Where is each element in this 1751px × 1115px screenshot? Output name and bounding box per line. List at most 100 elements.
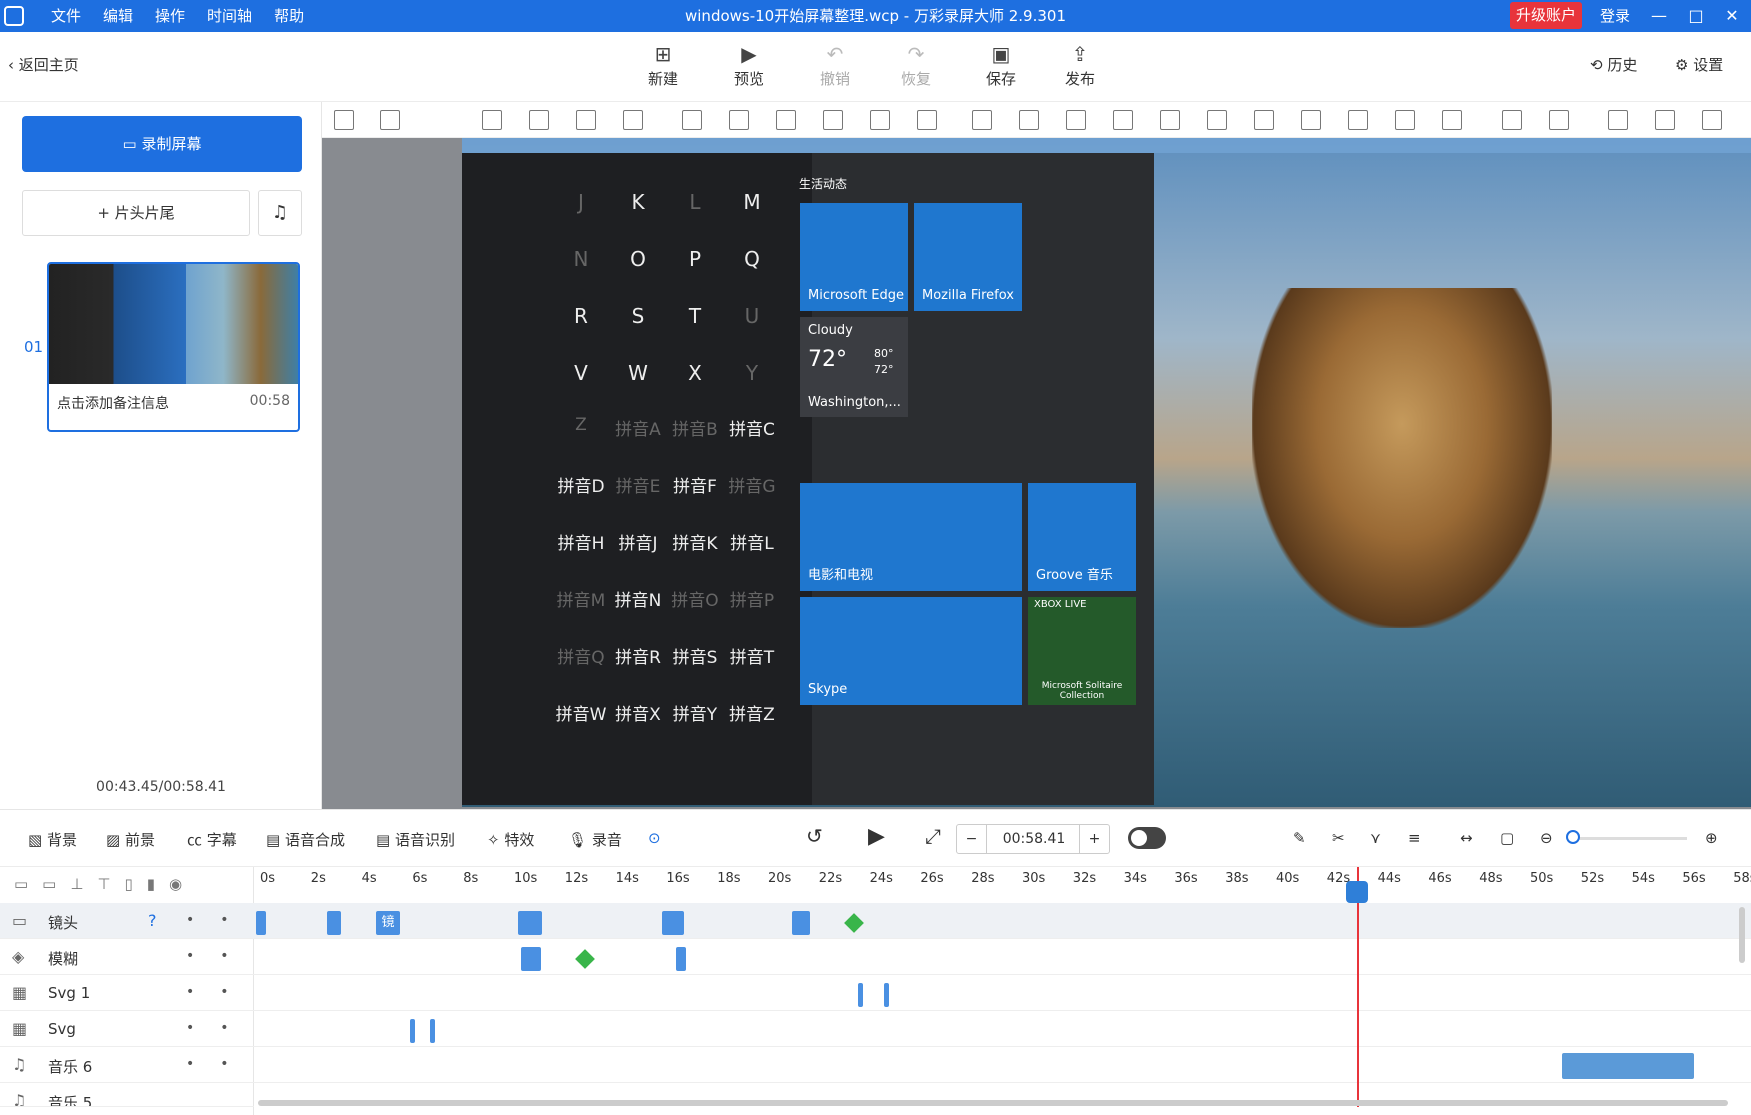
upgrade-button[interactable]: 升级账户 [1510,2,1582,29]
blur-keyframe[interactable] [676,947,686,971]
effects-button[interactable]: ✧ 特效 [487,829,534,850]
align-icon[interactable] [334,110,354,130]
track-svg1-header[interactable]: ▦ Svg 1 •• [0,975,254,1011]
zoom-out-icon[interactable] [1549,110,1569,130]
preview-button[interactable]: ▶ 预览 [719,40,779,89]
duration-stepper[interactable]: − 00:58.41 + [956,824,1110,854]
track-svg1[interactable] [0,975,1751,1011]
zoom-slider-knob[interactable] [1566,830,1580,844]
ratio-icon[interactable]: ▢ [1500,829,1514,847]
back-home-button[interactable]: ‹ 返回主页 [8,54,79,75]
editing-canvas[interactable]: J K L M N O P Q R S T U V W X Y Z 拼音A 拼音… [322,138,1751,809]
replay-icon[interactable]: ↺ [806,824,823,848]
track-toggles[interactable]: •• [186,984,255,1000]
flip-h-icon[interactable] [682,110,702,130]
top-icon[interactable] [623,110,643,130]
align-right-icon[interactable] [1113,110,1133,130]
title-clip-button[interactable]: + 片头片尾 [22,190,250,236]
svg-keyframe[interactable] [410,1019,415,1043]
align-center-icon[interactable] [972,110,992,130]
camera-keyframe[interactable] [256,911,266,935]
playhead-handle[interactable] [1346,881,1368,903]
foreground-button[interactable]: ▨ 前景 [106,829,155,850]
duration-value[interactable]: 00:58.41 [987,825,1081,853]
camera-keyframe[interactable] [792,911,810,935]
help-icon[interactable]: ? [148,911,157,930]
flip-v-icon[interactable] [729,110,749,130]
capture-icon[interactable] [917,110,937,130]
menu-file[interactable]: 文件 [40,0,92,32]
fit-width-icon[interactable]: ↔ [1460,829,1473,847]
track-toggles[interactable]: •• [186,1020,255,1036]
svg-keyframe[interactable] [430,1019,435,1043]
align-base-icon[interactable] [1395,110,1415,130]
delete-icon[interactable] [870,110,890,130]
maximize-button[interactable]: □ [1681,0,1711,32]
track-toggles[interactable]: •• [186,948,255,964]
zoom-out-icon[interactable]: ⊖ [1540,829,1553,847]
playhead[interactable] [1357,867,1359,1107]
align-right2-icon[interactable] [1254,110,1274,130]
more-tools-icon[interactable]: ⊙ [648,829,661,847]
move-up-icon[interactable] [529,110,549,130]
zoom-in-icon[interactable]: ⊕ [1705,829,1718,847]
close-button[interactable]: ✕ [1717,0,1747,32]
time-ruler[interactable]: 0s 2s 4s 6s 8s 10s 12s 14s 16s 18s 20s 22s 24s 26s 28s… [254,867,1751,903]
camera-keyframe[interactable] [518,911,542,935]
minimize-button[interactable]: — [1644,0,1674,32]
svg1-keyframe[interactable] [858,983,863,1007]
zoom-slider-track[interactable] [1572,837,1687,840]
track-music5[interactable] [0,1083,1751,1115]
align-bottom-icon[interactable] [1066,110,1086,130]
copy-icon[interactable] [1655,110,1675,130]
publish-button[interactable]: ⇪ 发布 [1050,40,1110,89]
move-down-icon[interactable] [482,110,502,130]
undo-button[interactable]: ↶ 撤销 [805,40,865,89]
unlock-icon[interactable] [1608,110,1628,130]
menu-operate[interactable]: 操作 [144,0,196,32]
login-button[interactable]: 登录 [1600,0,1630,32]
track-blur-header[interactable]: ◈ 模糊 •• [0,939,254,975]
menu-edit[interactable]: 编辑 [92,0,144,32]
adjust-icon[interactable]: ≡ [1408,829,1421,847]
expand-icon[interactable]: ⤢ [925,824,941,848]
menu-help[interactable]: 帮助 [263,0,315,32]
rotate-icon[interactable] [823,110,843,130]
asr-button[interactable]: ▤ 语音识别 [376,829,455,850]
track-music6[interactable] [0,1047,1751,1083]
filter-icon[interactable]: ⋎ [1370,829,1381,847]
track-svg-header[interactable]: ▦ Svg •• [0,1011,254,1047]
home-icon[interactable] [380,110,400,130]
horizontal-scrollbar[interactable] [258,1100,1728,1106]
align-mid-icon[interactable] [1019,110,1039,130]
blur-keyframe[interactable] [521,947,541,971]
menu-timeline[interactable]: 时间轴 [196,0,263,32]
paste-icon[interactable] [1702,110,1722,130]
svg1-keyframe[interactable] [884,983,889,1007]
clip-card[interactable]: 点击添加备注信息 00:58 [47,262,300,432]
music-note-icon[interactable]: ♫ [258,190,302,236]
save-button[interactable]: ▣ 保存 [971,40,1031,89]
track-toggles[interactable]: •• [186,1056,255,1072]
plus-icon[interactable]: + [1079,825,1109,853]
track-music5-header[interactable]: ♫ 音乐 5 [0,1083,254,1107]
vertical-scrollbar[interactable] [1739,907,1745,963]
history-button[interactable]: ⟲ 历史 [1590,54,1637,75]
record-audio-button[interactable]: 🎙 录音 [568,829,622,850]
settings-button[interactable]: ⚙ 设置 [1675,54,1723,75]
camera-keyframe[interactable] [662,911,684,935]
center-h-icon[interactable] [1301,110,1321,130]
align-left-icon[interactable] [1207,110,1227,130]
background-button[interactable]: ▧ 背景 [28,829,77,850]
new-button[interactable]: ⊞ 新建 [633,40,693,89]
track-blur[interactable] [0,939,1751,975]
align-top-icon[interactable] [1348,110,1368,130]
subtitle-button[interactable]: ㏄ 字幕 [187,829,237,850]
zoom-in-icon[interactable] [1502,110,1522,130]
toggle-switch[interactable] [1128,827,1166,849]
track-toggles[interactable]: •• [186,912,255,928]
camera-keyframe[interactable] [327,911,341,935]
play-icon[interactable]: ▶ [868,824,885,849]
clip-note[interactable]: 点击添加备注信息 [57,393,169,413]
bottom-icon[interactable] [576,110,596,130]
